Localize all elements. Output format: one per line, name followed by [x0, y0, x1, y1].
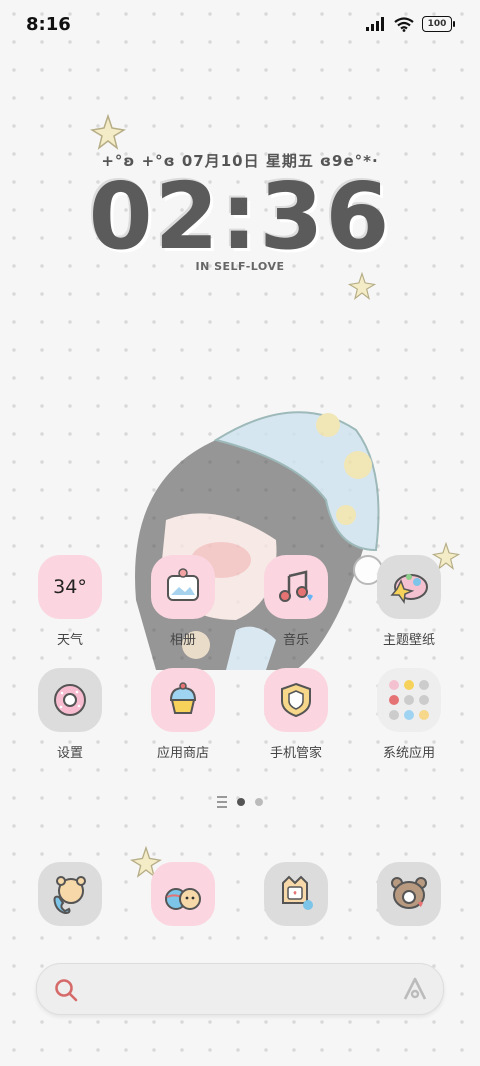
app-label: 天气 — [56, 633, 83, 648]
music-icon[interactable] — [264, 555, 328, 619]
themes-icon[interactable] — [377, 555, 441, 619]
page-indicator[interactable] — [0, 796, 480, 808]
app-label: 手机管家 — [269, 746, 322, 761]
app-themes[interactable]: 主题壁纸 — [359, 555, 459, 648]
app-gallery[interactable]: 相册 — [133, 555, 233, 648]
dock-phone[interactable] — [20, 862, 120, 926]
app-label: 音乐 — [282, 633, 309, 648]
status-icons: 100 — [366, 16, 455, 32]
dock-browser[interactable] — [133, 862, 233, 926]
app-phone-manager[interactable]: 手机管家 — [246, 668, 346, 761]
menu-lines-icon[interactable] — [217, 796, 227, 808]
battery-level: 100 — [427, 19, 447, 29]
folder-icon[interactable] — [377, 668, 441, 732]
app-weather[interactable]: 34° 天气 — [20, 555, 120, 648]
app-settings[interactable]: 设置 — [20, 668, 120, 761]
page-dot[interactable] — [255, 798, 263, 806]
weather-temperature: 34° — [53, 576, 87, 598]
clock-time: 02:36 — [88, 163, 392, 270]
search-icon[interactable] — [53, 977, 79, 1003]
app-label: 设置 — [56, 746, 83, 761]
phone-manager-icon[interactable] — [264, 668, 328, 732]
clock-slogan: IN SELF-LOVE — [195, 260, 285, 273]
camera-icon[interactable] — [377, 862, 441, 926]
browser-icon[interactable] — [151, 862, 215, 926]
dock-messages[interactable] — [246, 862, 346, 926]
page-dot-active[interactable] — [237, 798, 245, 806]
app-label: 系统应用 — [382, 746, 435, 761]
app-label: 相册 — [169, 633, 196, 648]
app-label: 应用商店 — [156, 746, 209, 761]
app-music[interactable]: 音乐 — [246, 555, 346, 648]
settings-icon[interactable] — [38, 668, 102, 732]
dock-camera[interactable] — [359, 862, 459, 926]
wifi-icon — [394, 16, 414, 32]
wallpaper-illustration — [135, 411, 383, 670]
assistant-icon[interactable] — [401, 975, 429, 1003]
app-folder-system[interactable]: 系统应用 — [359, 668, 459, 761]
app-label: 主题壁纸 — [382, 633, 435, 648]
phone-icon[interactable] — [38, 862, 102, 926]
status-bar: 8:16 100 — [0, 0, 480, 48]
messages-icon[interactable] — [264, 862, 328, 926]
signal-icon — [366, 17, 384, 31]
star-decoration-icon — [90, 114, 126, 150]
app-store-icon[interactable] — [151, 668, 215, 732]
search-bar[interactable] — [36, 963, 444, 1015]
battery-icon: 100 — [422, 16, 455, 32]
status-time: 8:16 — [26, 14, 71, 35]
weather-icon[interactable]: 34° — [38, 555, 102, 619]
gallery-icon[interactable] — [151, 555, 215, 619]
app-store[interactable]: 应用商店 — [133, 668, 233, 761]
clock-widget[interactable]: +°ʚ +°ɞ 07月10日 星期五 ɞ9e°*· 02:36 IN SELF-… — [0, 150, 480, 273]
star-decoration-icon — [348, 272, 376, 300]
